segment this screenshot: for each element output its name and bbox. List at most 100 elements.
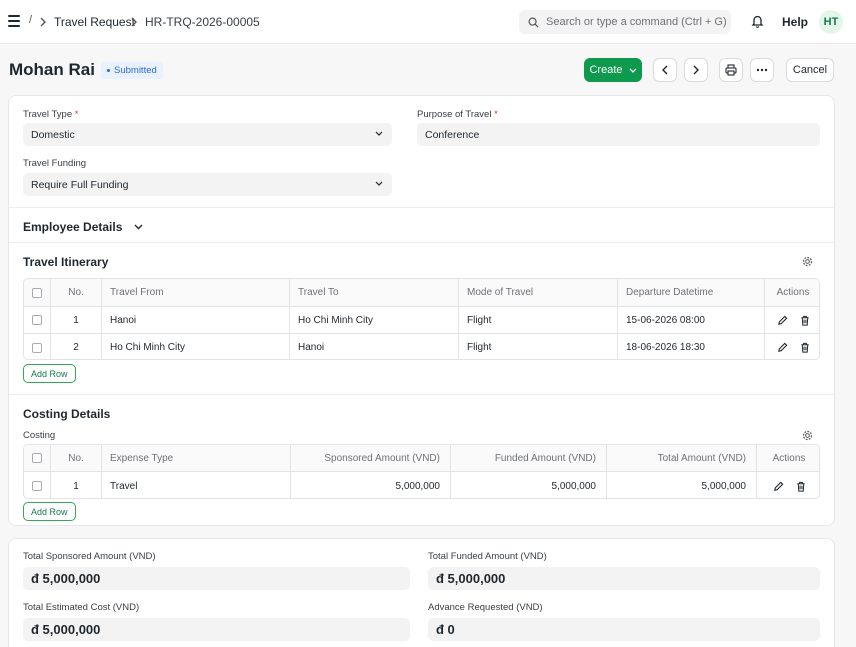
more-icon	[756, 68, 768, 72]
print-button[interactable]	[719, 58, 743, 82]
costing-table: No. Expense Type Sponsored Amount (VND) …	[23, 444, 820, 499]
trash-icon[interactable]	[800, 315, 810, 326]
travel-to-cell[interactable]: Ho Chi Minh City	[290, 307, 459, 333]
row-checkbox[interactable]	[32, 315, 42, 325]
edit-icon[interactable]	[773, 481, 784, 492]
itinerary-table: No. Travel From Travel To Mode of Travel…	[23, 278, 820, 360]
mode-of-travel-cell[interactable]: Flight	[459, 307, 618, 333]
column-header: Funded Amount (VND)	[451, 445, 607, 471]
chevron-down-icon	[375, 131, 383, 136]
row-actions	[757, 472, 819, 498]
mode-of-travel-cell[interactable]: Flight	[459, 334, 618, 359]
travel-funding-value: Require Full Funding	[31, 178, 129, 191]
sponsored-amount-cell[interactable]: 5,000,000	[291, 472, 451, 498]
column-header: No.	[51, 445, 102, 471]
gear-icon[interactable]	[802, 256, 813, 267]
select-all-checkbox[interactable]	[32, 287, 42, 298]
cancel-label: Cancel	[792, 64, 828, 76]
costing-table-label: Costing	[23, 430, 56, 441]
bell-icon[interactable]	[751, 14, 764, 28]
chevron-down-icon	[629, 68, 636, 73]
row-select-cell	[24, 334, 51, 359]
gear-icon[interactable]	[802, 430, 813, 441]
breadcrumb-travel-request[interactable]: Travel Request	[54, 15, 135, 29]
costing-details-title: Costing Details	[23, 407, 111, 421]
table-row[interactable]: 1 Travel 5,000,000 5,000,000 5,000,000	[24, 472, 819, 498]
purpose-of-travel-field[interactable]: Conference	[417, 123, 820, 146]
breadcrumb-separator: /	[29, 14, 33, 26]
printer-icon	[725, 64, 737, 76]
travel-itinerary-title: Travel Itinerary	[23, 255, 109, 269]
table-row[interactable]: 2 Ho Chi Minh City Hanoi Flight 18-06-20…	[24, 334, 819, 359]
cancel-button[interactable]: Cancel	[786, 58, 834, 82]
travel-to-cell[interactable]: Hanoi	[290, 334, 459, 359]
row-number: 2	[51, 334, 102, 359]
itinerary-add-row-button[interactable]: Add Row	[23, 364, 76, 383]
total-sponsored-value: đ 5,000,000	[31, 571, 101, 586]
column-header: Travel To	[290, 279, 459, 306]
select-all-cell	[24, 445, 51, 471]
help-menu[interactable]: Help	[782, 15, 808, 29]
column-header: Actions	[776, 287, 810, 298]
travel-type-label: Travel Type *	[23, 109, 79, 120]
funded-amount-cell[interactable]: 5,000,000	[451, 472, 607, 498]
total-funded-value: đ 5,000,000	[436, 571, 506, 586]
previous-document-button[interactable]	[653, 58, 677, 82]
row-checkbox[interactable]	[32, 481, 42, 491]
expense-type-cell[interactable]: Travel	[102, 472, 291, 498]
purpose-of-travel-label: Purpose of Travel *	[417, 109, 498, 120]
travel-funding-select[interactable]: Require Full Funding	[23, 173, 392, 196]
create-button[interactable]: Create	[584, 58, 642, 82]
advance-requested-field: đ 0	[428, 618, 820, 641]
edit-icon[interactable]	[777, 342, 788, 353]
column-header: Actions	[772, 452, 806, 464]
avatar[interactable]: HT	[819, 10, 843, 34]
costing-add-row-button[interactable]: Add Row	[23, 502, 76, 521]
search-placeholder: Search or type a command (Ctrl + G)	[546, 16, 727, 28]
itinerary-header-row: No. Travel From Travel To Mode of Travel…	[24, 279, 819, 307]
travel-from-cell[interactable]: Ho Chi Minh City	[102, 334, 290, 359]
travel-type-value: Domestic	[31, 128, 75, 141]
row-select-cell	[24, 307, 51, 333]
select-all-checkbox[interactable]	[32, 453, 42, 463]
chevron-right-icon	[40, 17, 46, 27]
travel-funding-label: Travel Funding	[23, 158, 87, 169]
employee-details-title: Employee Details	[23, 220, 123, 234]
row-number: 1	[51, 307, 102, 333]
trash-icon[interactable]	[796, 481, 806, 492]
total-amount-cell[interactable]: 5,000,000	[607, 472, 757, 498]
column-header: Departure Datetime	[618, 279, 765, 306]
status-text: Submitted	[114, 65, 157, 76]
departure-datetime-cell[interactable]: 15-06-2026 08:00	[618, 307, 765, 333]
edit-icon[interactable]	[777, 315, 788, 326]
purpose-of-travel-value: Conference	[425, 128, 480, 141]
menu-icon[interactable]	[8, 15, 20, 27]
next-document-button[interactable]	[684, 58, 708, 82]
chevron-down-icon	[375, 181, 383, 186]
total-sponsored-label: Total Sponsored Amount (VND)	[23, 551, 156, 562]
row-actions	[765, 334, 819, 359]
total-sponsored-field: đ 5,000,000	[23, 567, 410, 590]
search-icon	[528, 17, 539, 28]
select-all-cell	[24, 279, 51, 306]
create-label: Create	[589, 64, 623, 76]
column-header: No.	[51, 279, 102, 306]
trash-icon[interactable]	[800, 342, 810, 353]
total-estimated-cost-value: đ 5,000,000	[31, 622, 101, 637]
top-navbar: / Travel Request HR-TRQ-2026-00005 Searc…	[0, 0, 856, 44]
row-checkbox[interactable]	[32, 342, 42, 353]
table-row[interactable]: 1 Hanoi Ho Chi Minh City Flight 15-06-20…	[24, 307, 819, 334]
column-header: Mode of Travel	[459, 279, 618, 306]
employee-details-toggle[interactable]: Employee Details	[23, 220, 143, 234]
chevron-right-icon	[693, 65, 699, 75]
column-header: Sponsored Amount (VND)	[291, 445, 451, 471]
travel-from-cell[interactable]: Hanoi	[102, 307, 290, 333]
total-funded-field: đ 5,000,000	[428, 567, 820, 590]
more-actions-button[interactable]	[750, 58, 774, 82]
travel-type-select[interactable]: Domestic	[23, 123, 392, 146]
breadcrumb-document-id[interactable]: HR-TRQ-2026-00005	[145, 15, 260, 29]
column-header: Total Amount (VND)	[607, 445, 757, 471]
advance-requested-value: đ 0	[436, 622, 455, 637]
departure-datetime-cell[interactable]: 18-06-2026 18:30	[618, 334, 765, 359]
search-input[interactable]: Search or type a command (Ctrl + G)	[519, 10, 731, 34]
